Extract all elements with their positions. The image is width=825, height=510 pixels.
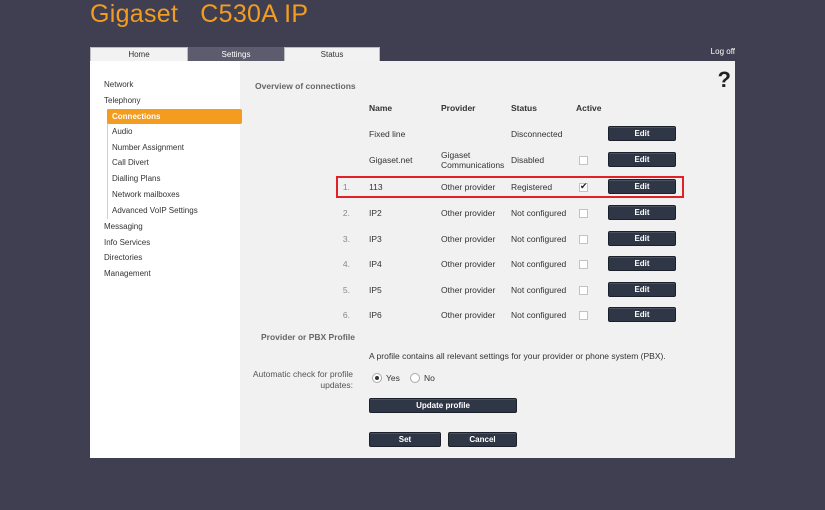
edit-button[interactable]: Edit	[608, 152, 676, 167]
sidebar-item-info-services[interactable]: Info Services	[104, 238, 150, 247]
brand-name: Gigaset	[90, 0, 179, 28]
radio-yes-label: Yes	[386, 373, 400, 383]
active-checkbox[interactable]	[579, 156, 588, 165]
table-row: 5. IP5 Other provider Not configured Edi…	[240, 282, 735, 302]
table-row: 2. IP2 Other provider Not configured Edi…	[240, 205, 735, 225]
row-number: 3.	[342, 234, 350, 244]
sidebar-item-messaging[interactable]: Messaging	[104, 222, 143, 231]
sidebar-item-telephony[interactable]: Telephony	[104, 96, 140, 105]
column-header-active: Active	[576, 103, 602, 113]
connection-provider: Other provider	[441, 310, 496, 320]
radio-no[interactable]	[410, 373, 420, 383]
connection-status: Disconnected	[511, 129, 563, 139]
sidebar-item-management[interactable]: Management	[104, 269, 151, 278]
active-checkbox[interactable]	[579, 311, 588, 320]
main-tabs: Home Settings Status Log off	[90, 47, 735, 61]
column-header-provider: Provider	[441, 103, 476, 113]
tab-home[interactable]: Home	[90, 47, 188, 61]
column-header-status: Status	[511, 103, 537, 113]
logoff-link[interactable]: Log off	[711, 47, 735, 56]
sidebar-item-number-assignment[interactable]: Number Assignment	[112, 143, 184, 152]
connection-provider: Other provider	[441, 285, 496, 295]
table-row: 3. IP3 Other provider Not configured Edi…	[240, 231, 735, 251]
tab-settings[interactable]: Settings	[188, 47, 284, 61]
connection-name: IP6	[369, 310, 382, 320]
sidebar-item-advanced-voip[interactable]: Advanced VoIP Settings	[112, 206, 198, 215]
sidebar-item-network[interactable]: Network	[104, 80, 133, 89]
connection-status: Disabled	[511, 155, 545, 165]
table-row: 4. IP4 Other provider Not configured Edi…	[240, 256, 735, 276]
main-panel: Network Telephony Connections Audio Numb…	[90, 61, 735, 458]
connection-status: Not configured	[511, 208, 567, 218]
brand-logo: Gigaset C530A IP	[90, 0, 308, 29]
sidebar-item-dialling-plans[interactable]: Dialling Plans	[112, 174, 160, 183]
update-profile-button[interactable]: Update profile	[369, 398, 517, 413]
sidebar-item-network-mailboxes[interactable]: Network mailboxes	[112, 190, 180, 199]
connection-provider: Gigaset Communications	[441, 150, 504, 170]
edit-button[interactable]: Edit	[608, 205, 676, 220]
sidebar-item-directories[interactable]: Directories	[104, 253, 142, 262]
connection-status: Not configured	[511, 234, 567, 244]
column-header-name: Name	[369, 103, 393, 113]
table-row: Fixed line Disconnected Edit	[240, 126, 735, 146]
connection-name: Fixed line	[369, 129, 406, 139]
connection-provider: Other provider	[441, 259, 496, 269]
row-number: 5.	[342, 285, 350, 295]
connection-name: Gigaset.net	[369, 155, 413, 165]
connection-provider: Other provider	[441, 234, 496, 244]
active-checkbox[interactable]	[579, 260, 588, 269]
connection-name: IP5	[369, 285, 382, 295]
auto-check-label-line-1: Automatic check for profile	[252, 369, 353, 379]
profile-title: Provider or PBX Profile	[261, 332, 355, 342]
edit-button[interactable]: Edit	[608, 256, 676, 271]
highlight-box	[336, 176, 684, 198]
cancel-button[interactable]: Cancel	[448, 432, 517, 447]
row-number: 6.	[342, 310, 350, 320]
active-checkbox[interactable]	[579, 235, 588, 244]
edit-button[interactable]: Edit	[608, 307, 676, 322]
connection-provider: Other provider	[441, 208, 496, 218]
auto-check-label: Automatic check for profile updates:	[250, 369, 353, 391]
submenu-line	[107, 109, 108, 219]
connection-status: Not configured	[511, 285, 567, 295]
auto-check-label-line-2: updates:	[320, 380, 353, 390]
active-checkbox[interactable]	[579, 209, 588, 218]
row-number: 4.	[342, 259, 350, 269]
row-number: 2.	[342, 208, 350, 218]
sidebar: Network Telephony Connections Audio Numb…	[90, 61, 242, 458]
provider-line-1: Gigaset	[441, 150, 471, 160]
sidebar-item-call-divert[interactable]: Call Divert	[112, 158, 149, 167]
brand-model: C530A IP	[200, 0, 309, 28]
overview-title: Overview of connections	[255, 81, 356, 91]
sidebar-item-connections[interactable]: Connections	[107, 109, 242, 124]
connection-name: IP3	[369, 234, 382, 244]
connection-status: Not configured	[511, 310, 567, 320]
table-row: Gigaset.net Gigaset Communications Disabl…	[240, 150, 735, 172]
edit-button[interactable]: Edit	[608, 126, 676, 141]
tab-status[interactable]: Status	[284, 47, 380, 61]
table-row: 6. IP6 Other provider Not configured Edi…	[240, 307, 735, 327]
connection-status: Not configured	[511, 259, 567, 269]
profile-description: A profile contains all relevant settings…	[369, 351, 666, 361]
connection-name: IP2	[369, 208, 382, 218]
sidebar-item-audio[interactable]: Audio	[112, 127, 132, 136]
radio-no-label: No	[424, 373, 435, 383]
connection-name: IP4	[369, 259, 382, 269]
active-checkbox[interactable]	[579, 286, 588, 295]
radio-yes[interactable]	[372, 373, 382, 383]
content-area: Overview of connections Name Provider St…	[240, 61, 735, 458]
edit-button[interactable]: Edit	[608, 231, 676, 246]
edit-button[interactable]: Edit	[608, 282, 676, 297]
set-button[interactable]: Set	[369, 432, 441, 447]
provider-line-2: Communications	[441, 160, 505, 170]
